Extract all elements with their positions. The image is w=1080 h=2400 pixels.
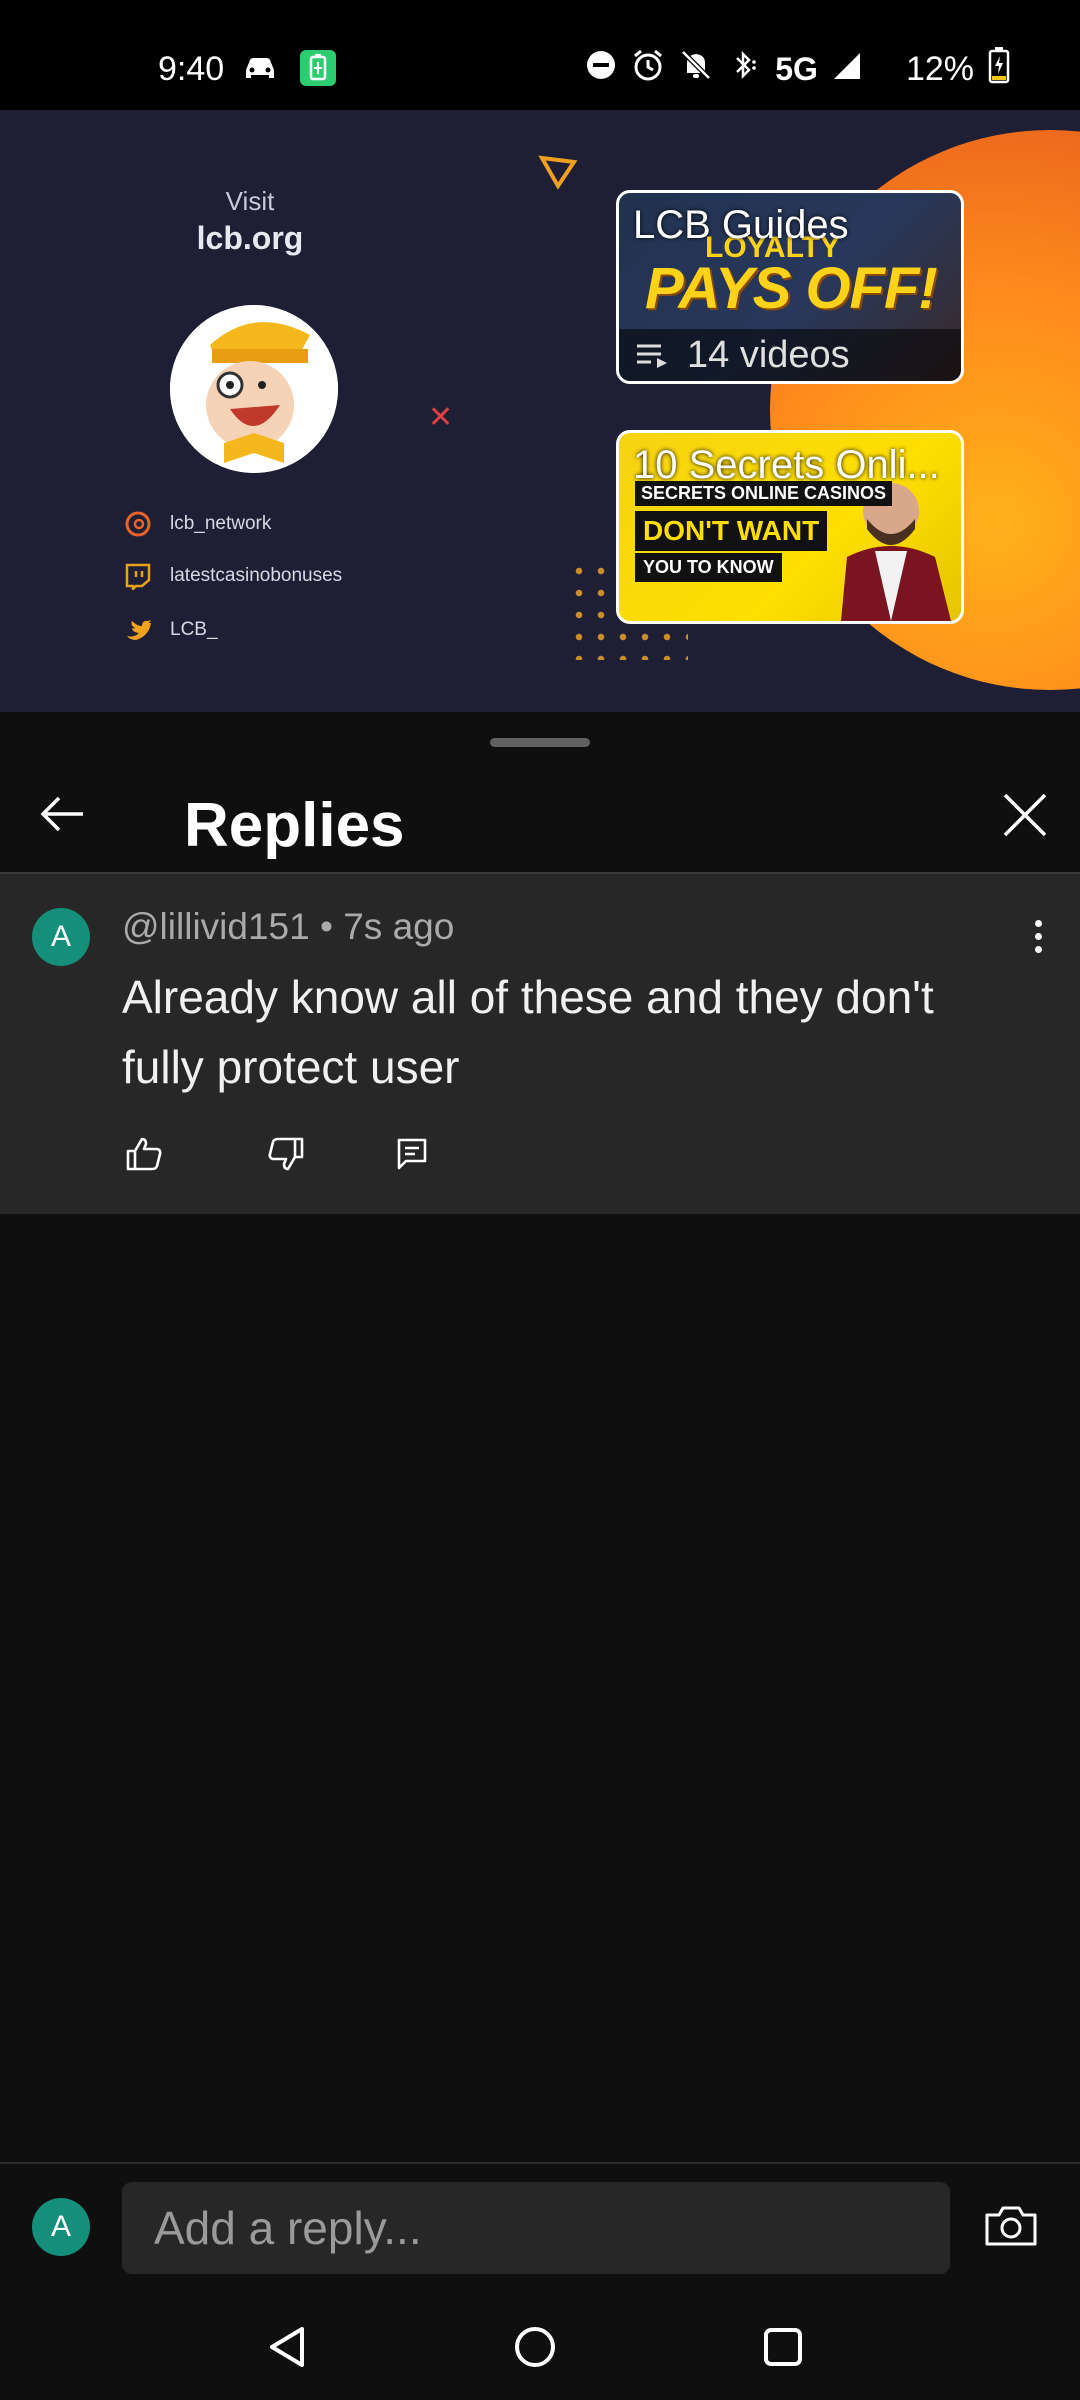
nav-back-button[interactable] [252, 2312, 322, 2382]
social-threads[interactable]: lcb_network [124, 510, 271, 538]
alarm-icon [631, 48, 665, 91]
notifications-off-icon [679, 48, 713, 91]
battery-charging-icon [988, 46, 1010, 93]
x-decoration-icon: ✕ [428, 401, 454, 434]
avatar: A [32, 2198, 90, 2256]
reply-button[interactable] [384, 1126, 440, 1182]
network-type: 5G [775, 51, 818, 87]
playlist-card-lcb-guides[interactable]: LOYALTY PAYS OFF! LCB Guides 14 videos [616, 190, 964, 384]
comment-time: 7s ago [343, 906, 455, 947]
page-title: Replies [184, 791, 405, 860]
camera-icon [985, 2206, 1037, 2246]
playlist-icon [637, 344, 667, 368]
social-twitch[interactable]: latestcasinobonuses [124, 562, 342, 590]
twitch-icon [125, 563, 151, 590]
do-not-disturb-icon [585, 49, 617, 90]
mascot-logo [170, 305, 338, 473]
video-card-10-secrets[interactable]: SECRETS ONLINE CASINOS DON'T WANT YOU TO… [616, 430, 964, 624]
triangle-decoration-icon [538, 155, 578, 190]
bluetooth-icon [727, 48, 761, 91]
comment-text: Already know all of these and they don't… [122, 971, 934, 1093]
video-player[interactable]: ✕ Visit lcb.org lcb_network latestcasino… [0, 110, 1080, 712]
triangle-back-icon [270, 2327, 304, 2367]
battery-saver-icon [298, 48, 338, 93]
nav-recents-button[interactable] [748, 2312, 818, 2382]
more-options-button[interactable] [1018, 908, 1058, 964]
visit-label: Visit [225, 186, 275, 216]
card-subtitle: 14 videos [687, 333, 850, 376]
dislike-button[interactable] [258, 1126, 314, 1182]
system-nav-bar [0, 2290, 1080, 2400]
comment-meta: @lillivid151 • 7s ago [122, 906, 454, 948]
threads-icon [125, 511, 151, 537]
reply-bar: A [0, 2162, 1080, 2290]
drag-handle[interactable] [490, 738, 590, 747]
close-button[interactable] [990, 780, 1060, 850]
social-handle: latestcasinobonuses [170, 565, 343, 586]
thumb-text: YOU TO KNOW [635, 553, 782, 582]
avatar[interactable]: A [32, 908, 90, 966]
social-handle: lcb_network [170, 513, 272, 534]
like-button[interactable] [116, 1126, 172, 1182]
car-icon [242, 54, 278, 87]
card-playlist-count: 14 videos [619, 329, 961, 381]
sheet-header: Replies [0, 758, 1080, 870]
circle-home-icon [515, 2327, 555, 2367]
thumbs-down-icon [268, 1137, 304, 1171]
comment-icon [397, 1138, 427, 1170]
signal-icon [832, 49, 862, 90]
arrow-left-icon [40, 796, 83, 832]
thumbs-up-icon [126, 1137, 162, 1171]
social-handle: LCB_ [170, 619, 218, 640]
battery-percent: 12% [905, 50, 974, 88]
camera-button[interactable] [978, 2196, 1044, 2256]
site-label: lcb.org [196, 220, 304, 256]
comment-author[interactable]: @lillivid151 [122, 906, 310, 947]
card-title: LCB Guides [633, 203, 849, 247]
square-recents-icon [764, 2328, 802, 2366]
comment-item: A @lillivid151 • 7s ago Already know all… [0, 874, 1080, 1214]
reply-input[interactable] [122, 2182, 950, 2274]
status-bar: 9:40 5G 12% [0, 0, 1080, 110]
close-icon [1003, 793, 1047, 837]
replies-sheet: Replies A @lillivid151 • 7s ago Already … [0, 718, 1080, 2140]
more-vert-icon [1034, 919, 1042, 927]
thumb-text: PAYS OFF! [645, 256, 938, 321]
status-time: 9:40 [158, 50, 225, 88]
meta-separator: • [309, 906, 344, 947]
back-button[interactable] [28, 784, 98, 844]
social-twitter[interactable]: LCB_ [124, 616, 218, 644]
twitter-icon [127, 620, 151, 640]
thumb-text: DON'T WANT [635, 511, 828, 551]
card-title: 10 Secrets Onli... [633, 443, 940, 487]
nav-home-button[interactable] [500, 2312, 570, 2382]
